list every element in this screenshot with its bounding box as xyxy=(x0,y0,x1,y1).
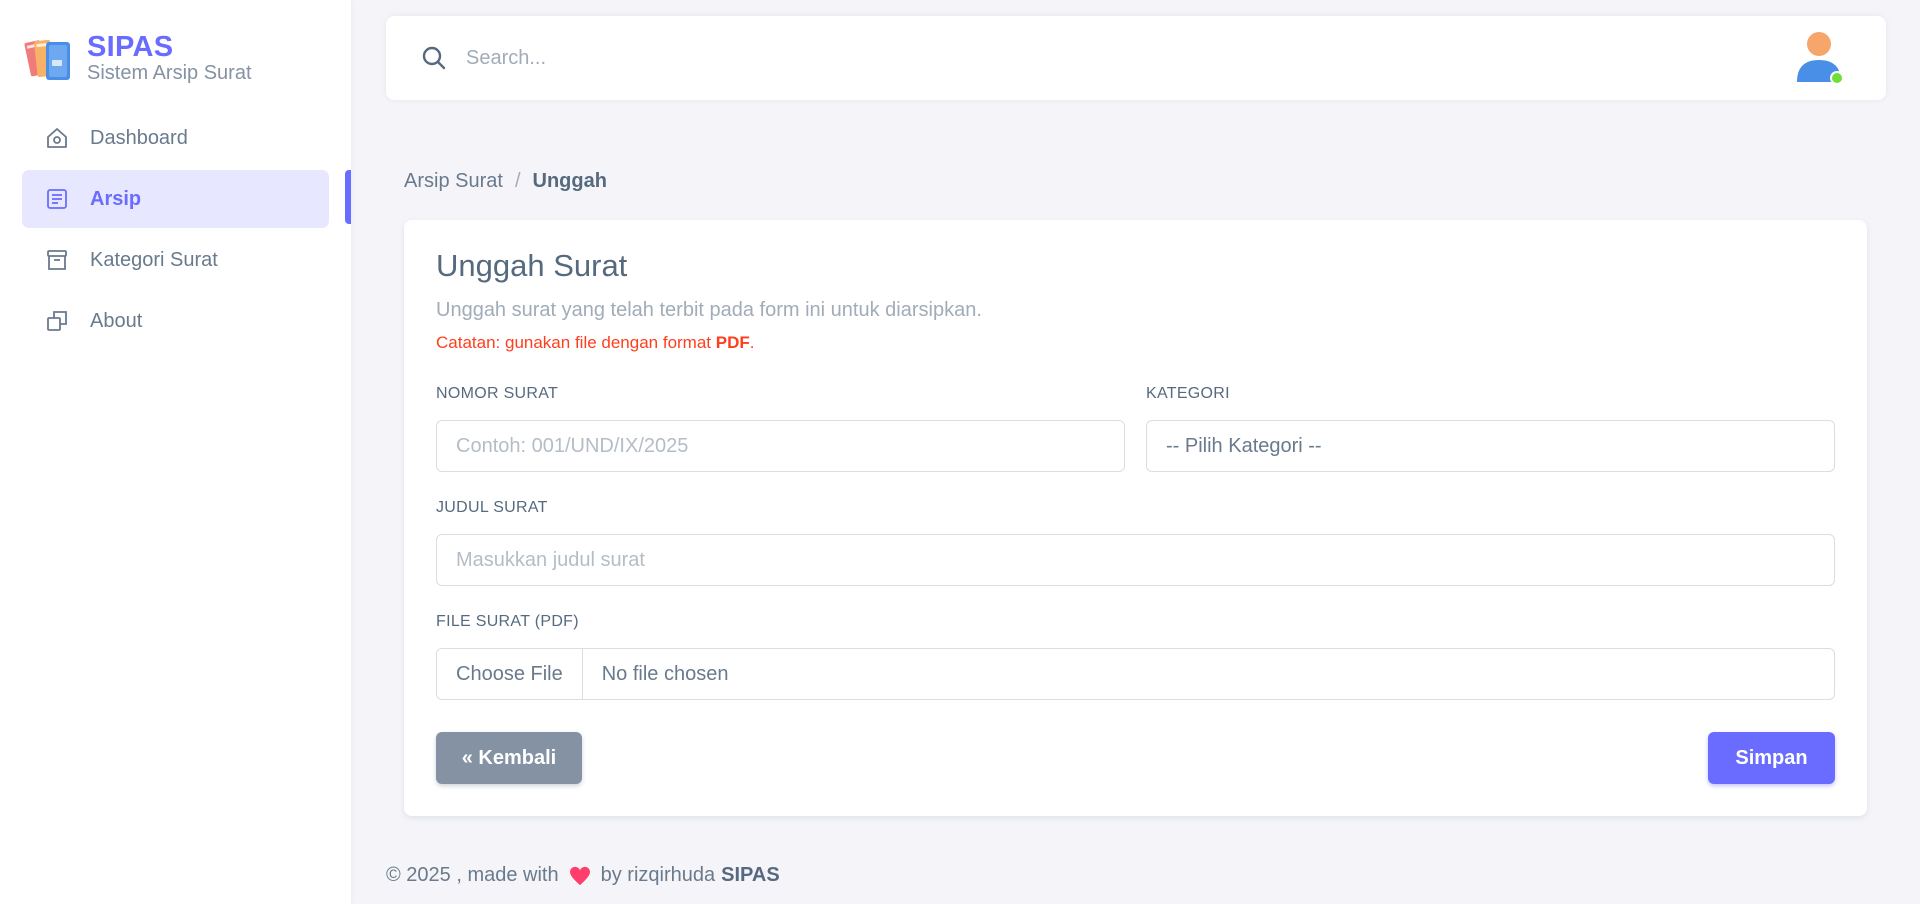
breadcrumb-current: Unggah xyxy=(532,170,607,192)
note-prefix: Catatan: gunakan file dengan format xyxy=(436,333,716,352)
nomor-surat-label: NOMOR SURAT xyxy=(436,385,559,402)
upload-form-card: Unggah Surat Unggah surat yang telah ter… xyxy=(404,220,1867,816)
sidebar: SIPAS Sistem Arsip Surat Dashboard Arsip xyxy=(0,0,351,904)
footer-author: by rizqirhuda xyxy=(600,864,716,886)
sidebar-item-arsip[interactable]: Arsip xyxy=(22,170,329,228)
user-avatar[interactable] xyxy=(1792,30,1846,86)
home-icon xyxy=(44,125,70,151)
search-input[interactable] xyxy=(466,38,826,78)
kategori-select[interactable]: -- Pilih Kategori -- xyxy=(1146,420,1835,472)
choose-file-button[interactable]: Choose File xyxy=(437,649,583,699)
file-surat-input[interactable]: Choose File No file chosen xyxy=(436,648,1835,700)
form-title: Unggah Surat xyxy=(436,248,628,283)
sidebar-item-kategori-surat[interactable]: Kategori Surat xyxy=(22,231,329,289)
books-logo-icon xyxy=(24,39,70,80)
kategori-label: KATEGORI xyxy=(1146,385,1230,402)
brand-name: SIPAS xyxy=(87,31,174,63)
save-button[interactable]: Simpan xyxy=(1708,732,1835,784)
breadcrumb-separator: / xyxy=(514,170,521,192)
search-icon[interactable] xyxy=(419,43,449,73)
judul-surat-input[interactable] xyxy=(436,534,1835,586)
document-list-icon xyxy=(44,186,70,212)
sidebar-item-dashboard[interactable]: Dashboard xyxy=(22,109,329,167)
judul-surat-label: JUDUL SURAT xyxy=(436,499,548,516)
online-status-indicator xyxy=(1832,73,1842,83)
file-status-text: No file chosen xyxy=(601,662,729,685)
footer-brand: SIPAS xyxy=(721,864,780,886)
file-surat-label: FILE SURAT (PDF) xyxy=(436,613,579,630)
nomor-surat-input[interactable] xyxy=(436,420,1125,472)
brand[interactable]: SIPAS Sistem Arsip Surat xyxy=(22,30,252,86)
kategori-selected-value: -- Pilih Kategori -- xyxy=(1166,434,1322,457)
heart-icon xyxy=(569,866,590,885)
sidebar-item-about[interactable]: About xyxy=(22,292,329,350)
form-subtitle: Unggah surat yang telah terbit pada form… xyxy=(436,299,982,321)
archive-box-icon xyxy=(44,247,70,273)
breadcrumb: Arsip Surat / Unggah xyxy=(404,170,607,193)
copy-icon xyxy=(44,308,70,334)
sidebar-item-label: About xyxy=(90,309,143,332)
footer: © 2025 , made with by rizqirhuda SIPAS xyxy=(386,864,780,887)
note-suffix: . xyxy=(749,333,755,352)
sidebar-item-label: Arsip xyxy=(90,187,142,210)
active-menu-indicator xyxy=(345,170,351,224)
note-format: PDF xyxy=(715,333,750,352)
footer-prefix: © 2025 , made with xyxy=(386,864,559,886)
top-navbar xyxy=(386,16,1886,100)
breadcrumb-parent-link[interactable]: Arsip Surat xyxy=(404,170,503,193)
sidebar-item-label: Dashboard xyxy=(90,126,188,149)
sidebar-menu: Dashboard Arsip Kategori Surat About xyxy=(22,109,329,353)
form-note: Catatan: gunakan file dengan format PDF. xyxy=(436,333,754,353)
back-button[interactable]: « Kembali xyxy=(436,732,582,784)
brand-subtitle: Sistem Arsip Surat xyxy=(87,62,252,84)
sidebar-item-label: Kategori Surat xyxy=(90,248,218,271)
